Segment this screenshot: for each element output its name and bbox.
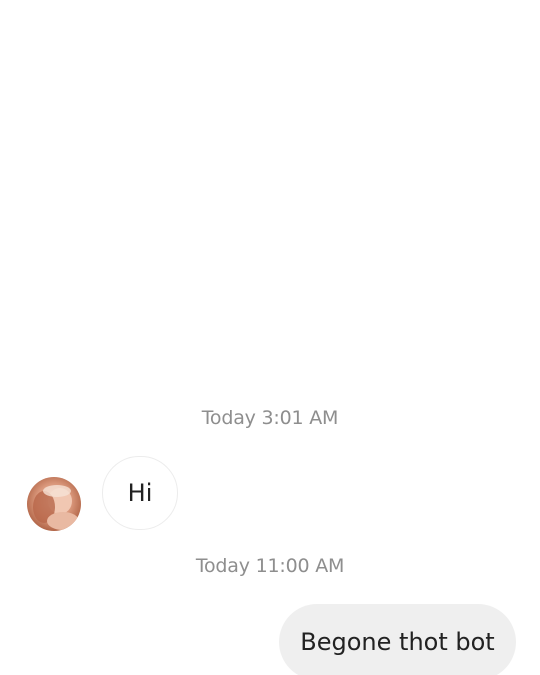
message-timestamp: Today 11:00 AM xyxy=(195,555,345,577)
message-thread: Today 3:01 AM Hi Today 11:00 AM Begone t… xyxy=(0,0,540,675)
message-timestamp: Today 3:01 AM xyxy=(201,407,339,429)
outgoing-message-bubble[interactable]: Begone thot bot xyxy=(279,604,516,675)
contact-avatar[interactable] xyxy=(27,477,81,531)
avatar-photo-icon xyxy=(27,477,81,531)
incoming-message-bubble[interactable]: Hi xyxy=(102,456,178,530)
